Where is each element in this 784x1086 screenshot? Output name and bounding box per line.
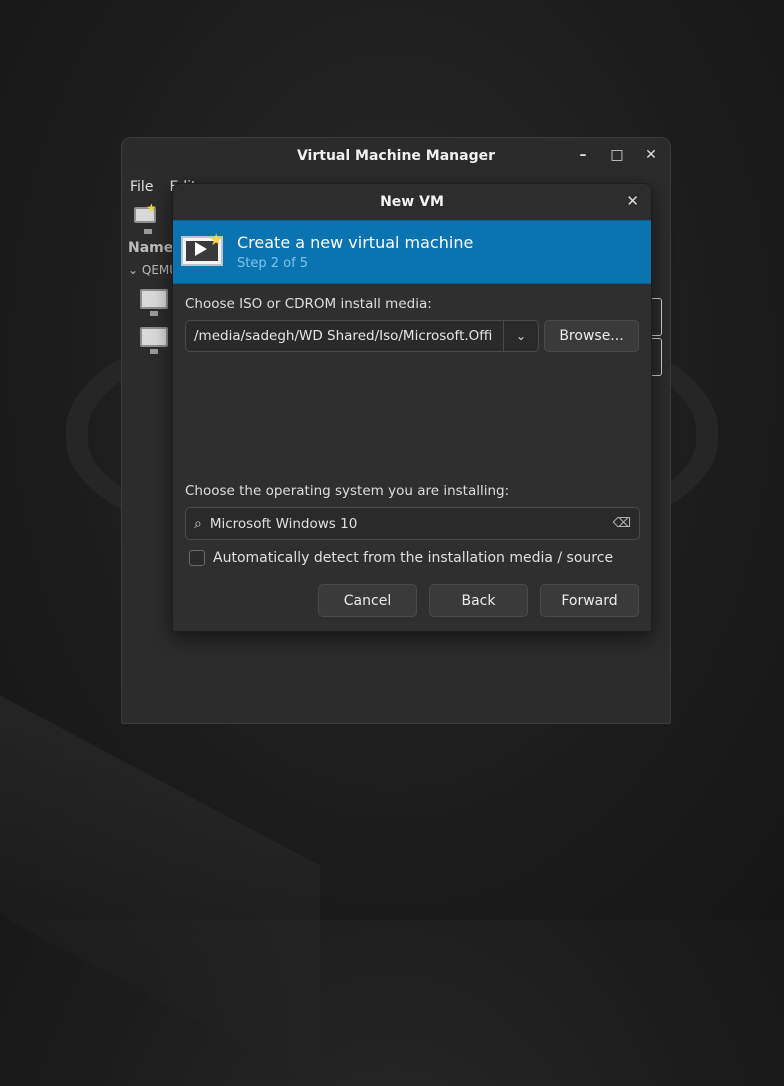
vm-monitor-icon bbox=[140, 289, 168, 316]
main-titlebar: Virtual Machine Manager – □ ✕ bbox=[122, 138, 670, 174]
side-panel-fragment bbox=[651, 298, 662, 336]
minimize-icon[interactable]: – bbox=[574, 147, 592, 163]
star-icon: ★ bbox=[146, 201, 157, 215]
cancel-button[interactable]: Cancel bbox=[318, 584, 417, 617]
media-path-input[interactable]: /media/sadegh/WD Shared/Iso/Microsoft.Of… bbox=[186, 321, 503, 351]
new-vm-toolbar-button[interactable]: ★ bbox=[134, 201, 158, 234]
auto-detect-label[interactable]: Automatically detect from the installati… bbox=[213, 550, 613, 566]
close-icon[interactable]: ✕ bbox=[642, 147, 660, 163]
vm-monitor-icon bbox=[140, 327, 168, 354]
maximize-icon[interactable]: □ bbox=[608, 147, 626, 163]
search-icon: ⌕ bbox=[194, 515, 202, 532]
auto-detect-checkbox[interactable] bbox=[189, 550, 205, 566]
back-button[interactable]: Back bbox=[429, 584, 528, 617]
chevron-down-icon[interactable]: ⌄ bbox=[503, 321, 538, 351]
os-search-field[interactable]: ⌕ Microsoft Windows 10 ⌫ bbox=[185, 507, 640, 540]
banner-title: Create a new virtual machine bbox=[237, 233, 474, 252]
background-beam-decoration bbox=[0, 674, 320, 1086]
close-icon[interactable]: ✕ bbox=[626, 192, 639, 210]
dialog-actions: Cancel Back Forward bbox=[185, 584, 639, 617]
new-vm-icon: ★ bbox=[181, 232, 225, 272]
dialog-titlebar: New VM ✕ bbox=[173, 184, 651, 220]
clear-icon[interactable]: ⌫ bbox=[613, 516, 631, 531]
media-path-combo[interactable]: /media/sadegh/WD Shared/Iso/Microsoft.Of… bbox=[185, 320, 539, 352]
menu-file[interactable]: File bbox=[130, 179, 153, 195]
main-window-title: Virtual Machine Manager bbox=[296, 148, 496, 164]
media-label: Choose ISO or CDROM install media: bbox=[185, 296, 432, 312]
os-label: Choose the operating system you are inst… bbox=[185, 483, 510, 499]
os-search-value[interactable]: Microsoft Windows 10 bbox=[210, 516, 613, 532]
browse-button[interactable]: Browse... bbox=[544, 320, 639, 352]
chevron-down-icon: ⌄ bbox=[128, 263, 142, 277]
forward-button[interactable]: Forward bbox=[540, 584, 639, 617]
side-panel-fragment bbox=[651, 338, 662, 376]
step-indicator: Step 2 of 5 bbox=[237, 256, 309, 271]
auto-detect-row[interactable]: Automatically detect from the installati… bbox=[185, 550, 639, 566]
new-vm-dialog: New VM ✕ ★ Create a new virtual machine … bbox=[172, 183, 652, 632]
dialog-title: New VM bbox=[380, 194, 444, 210]
wizard-banner: ★ Create a new virtual machine Step 2 of… bbox=[173, 220, 651, 284]
